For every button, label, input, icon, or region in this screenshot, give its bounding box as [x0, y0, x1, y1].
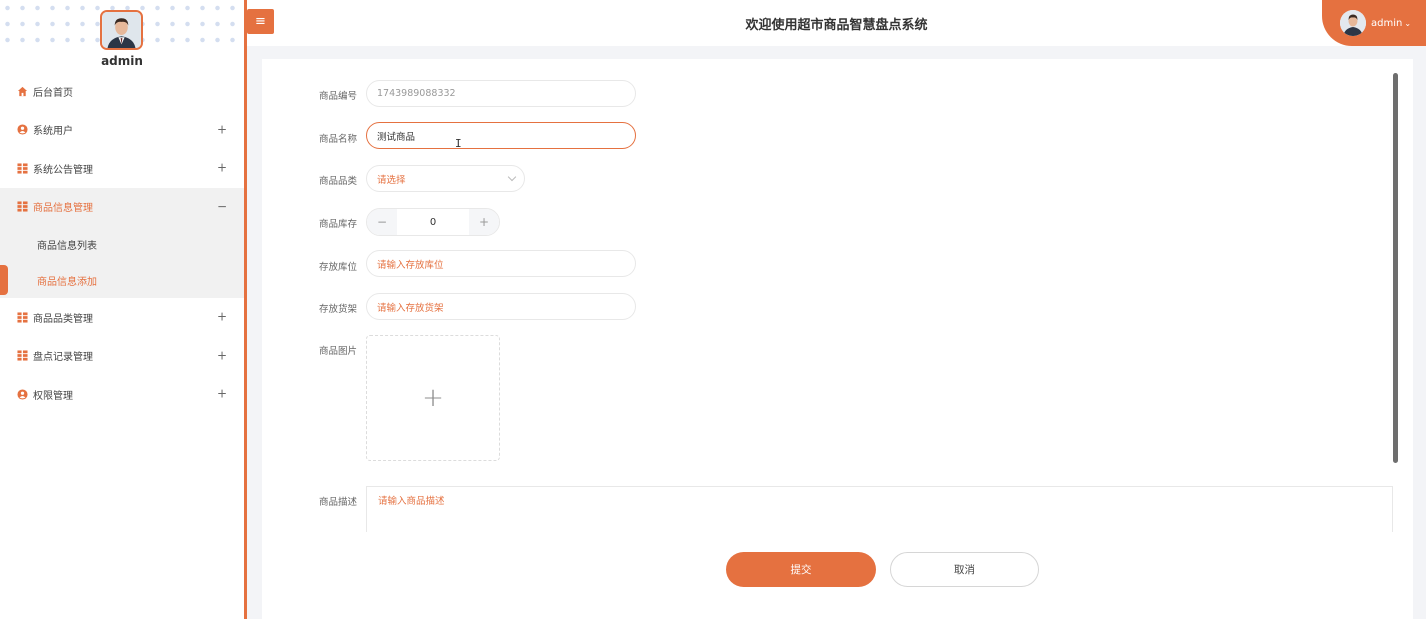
sidebar-item-label: 系统公告管理 [33, 164, 93, 176]
cancel-button[interactable]: 取消 [890, 552, 1039, 587]
storage-shelf-input[interactable]: 请输入存放货架 [366, 293, 636, 320]
storage-location-label: 存放库位 [318, 262, 357, 273]
avatar-image [102, 12, 141, 48]
header-avatar [1340, 10, 1366, 36]
sidebar-item-home[interactable]: 后台首页 [0, 72, 244, 111]
grid-icon [17, 350, 28, 361]
grid-icon [17, 163, 28, 174]
header-username: admin [1371, 17, 1403, 29]
image-upload[interactable]: + [366, 335, 500, 461]
text-cursor-icon: I [455, 137, 462, 150]
quantity-stepper[interactable]: − 0 + [366, 208, 500, 236]
plus-icon: + [422, 383, 444, 413]
sidebar-item-label: 盘点记录管理 [33, 352, 93, 364]
expand-icon[interactable]: + [217, 122, 227, 136]
product-name-label: 商品名称 [318, 134, 357, 145]
active-indicator [0, 265, 8, 295]
collapse-icon[interactable]: − [217, 199, 227, 213]
sidebar-item-inventory-records[interactable]: 盘点记录管理 + [0, 337, 244, 376]
chevron-down-icon: ⌄ [1404, 18, 1412, 28]
grid-icon [17, 312, 28, 323]
product-category-label: 商品品类 [318, 176, 357, 187]
sidebar-item-label: 权限管理 [33, 390, 73, 402]
sidebar-item-label: 商品品类管理 [33, 313, 93, 325]
product-code-input[interactable]: 1743989088332 [366, 80, 636, 107]
sidebar-item-label: 后台首页 [33, 87, 73, 99]
grid-icon [17, 201, 28, 212]
sidebar-item-announcements[interactable]: 系统公告管理 + [0, 149, 244, 188]
sidebar-item-label: 商品信息管理 [33, 203, 93, 215]
product-stock-label: 商品库存 [318, 219, 357, 230]
sidebar-item-product-category[interactable]: 商品品类管理 + [0, 298, 244, 337]
home-icon [17, 86, 28, 97]
storage-location-input[interactable]: 请输入存放库位 [366, 250, 636, 277]
sidebar-item-product-info[interactable]: 商品信息管理 − [0, 187, 244, 226]
chevron-down-icon [507, 172, 517, 182]
sidebar-menu: 后台首页 系统用户 + 系统公告管理 + 商品信息管理 − 商品信息列表 商品信… [0, 72, 244, 414]
sidebar-username: admin [101, 54, 143, 68]
product-description-textarea[interactable]: 请输入商品描述 [366, 486, 1393, 532]
expand-icon[interactable]: + [217, 387, 227, 401]
product-image-label: 商品图片 [318, 346, 357, 357]
product-description-label: 商品描述 [318, 497, 357, 508]
product-info-submenu: 商品信息列表 商品信息添加 [0, 226, 244, 298]
expand-icon[interactable]: + [217, 310, 227, 324]
product-category-select[interactable]: 请选择 [366, 165, 525, 192]
sidebar-subitem-product-add[interactable]: 商品信息添加 [0, 262, 244, 298]
decrement-button[interactable]: − [367, 209, 397, 235]
user-circle-icon [17, 124, 28, 135]
avatar[interactable] [100, 10, 143, 50]
hamburger-icon[interactable]: ≡ [247, 9, 274, 34]
sidebar: admin 后台首页 系统用户 + 系统公告管理 + 商品信息管理 − 商品信息… [0, 0, 247, 619]
page-title: 欢迎使用超市商品智慧盘点系统 [745, 18, 928, 33]
increment-button[interactable]: + [469, 209, 499, 235]
sidebar-subitem-label: 商品信息列表 [37, 240, 97, 252]
top-header: 欢迎使用超市商品智慧盘点系统 ≡ admin ⌄ [247, 0, 1426, 46]
sidebar-item-permissions[interactable]: 权限管理 + [0, 375, 244, 414]
submit-button[interactable]: 提交 [726, 552, 876, 587]
product-name-input[interactable]: 测试商品 [366, 122, 636, 149]
sidebar-item-system-users[interactable]: 系统用户 + [0, 111, 244, 150]
product-code-label: 商品编号 [318, 91, 357, 102]
sidebar-item-label: 系统用户 [33, 126, 73, 138]
storage-shelf-label: 存放货架 [318, 304, 357, 315]
sidebar-subitem-label: 商品信息添加 [37, 276, 97, 288]
scrollbar[interactable] [1393, 73, 1398, 463]
stock-value[interactable]: 0 [397, 209, 469, 235]
user-menu[interactable]: admin ⌄ [1322, 0, 1426, 46]
expand-icon[interactable]: + [217, 348, 227, 362]
category-placeholder: 请选择 [377, 174, 406, 186]
sidebar-subitem-product-list[interactable]: 商品信息列表 [0, 226, 244, 262]
expand-icon[interactable]: + [217, 161, 227, 175]
user-circle-icon [17, 389, 28, 400]
